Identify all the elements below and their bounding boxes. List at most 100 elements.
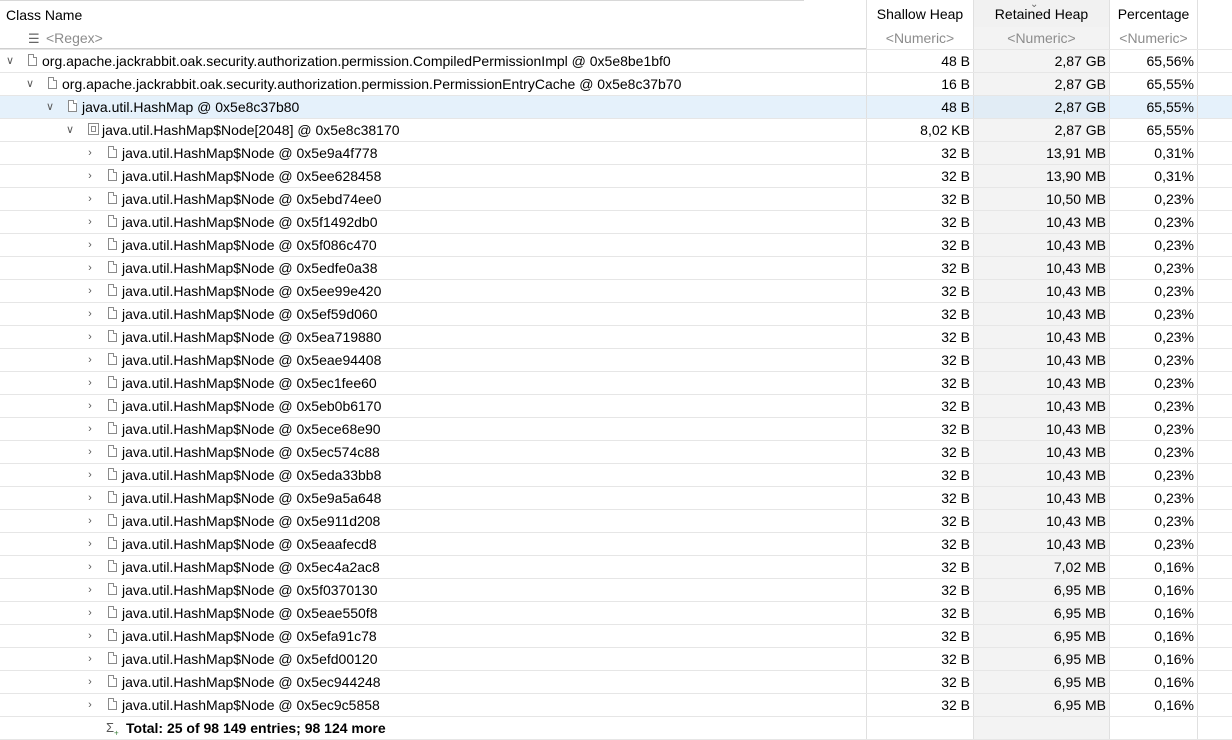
regex-filter-input[interactable]: ☰ <Regex> [0, 27, 866, 49]
table-row[interactable]: ∨ org.apache.jackrabbit.oak.security.auth… [0, 73, 1232, 96]
chevron-down-icon[interactable]: ∨ [4, 50, 16, 72]
table-row[interactable]: › java.util.HashMap$Node @ 0x5f1492db0 32 … [0, 211, 1232, 234]
table-row[interactable]: › java.util.HashMap$Node @ 0x5ebd74ee0 32 … [0, 188, 1232, 211]
chevron-right-icon[interactable]: › [84, 533, 96, 555]
chevron-right-icon[interactable]: › [84, 602, 96, 624]
class-name-cell[interactable]: › java.util.HashMap$Node @ 0x5eae550f8 [0, 602, 866, 624]
class-name-cell[interactable]: ∨ org.apache.jackrabbit.oak.security.auth… [0, 73, 866, 95]
class-name-cell[interactable]: › java.util.HashMap$Node @ 0x5edfe0a38 [0, 257, 866, 279]
class-name-cell[interactable]: › java.util.HashMap$Node @ 0x5ec944248 [0, 671, 866, 693]
class-name-cell[interactable]: › java.util.HashMap$Node @ 0x5eaafecd8 [0, 533, 866, 555]
table-row[interactable]: › java.util.HashMap$Node @ 0x5efd00120 32 … [0, 648, 1232, 671]
class-name-cell[interactable]: › java.util.HashMap$Node @ 0x5f086c470 [0, 234, 866, 256]
column-header-percentage[interactable]: Percentage [1109, 0, 1198, 27]
chevron-right-icon[interactable]: › [84, 556, 96, 578]
chevron-right-icon[interactable]: › [84, 418, 96, 440]
chevron-right-icon[interactable]: › [84, 211, 96, 233]
chevron-down-icon[interactable]: ∨ [44, 96, 56, 118]
table-row[interactable]: ∨ java.util.HashMap$Node[2048] @ 0x5e8c38… [0, 119, 1232, 142]
class-name-cell[interactable]: › java.util.HashMap$Node @ 0x5ec4a2ac8 [0, 556, 866, 578]
chevron-right-icon[interactable]: › [84, 142, 96, 164]
column-header-class-name[interactable]: Class Name [0, 0, 804, 27]
class-name-cell[interactable]: › java.util.HashMap$Node @ 0x5ebd74ee0 [0, 188, 866, 210]
class-name-cell[interactable]: › java.util.HashMap$Node @ 0x5ee628458 [0, 165, 866, 187]
class-name-cell[interactable]: › java.util.HashMap$Node @ 0x5ece68e90 [0, 418, 866, 440]
class-name-cell[interactable]: › java.util.HashMap$Node @ 0x5e9a5a648 [0, 487, 866, 509]
table-row[interactable]: › java.util.HashMap$Node @ 0x5edfe0a38 32 … [0, 257, 1232, 280]
column-header-shallow-heap[interactable]: Shallow Heap [866, 0, 973, 27]
table-row[interactable]: › java.util.HashMap$Node @ 0x5e9a4f778 32 … [0, 142, 1232, 165]
class-name-cell[interactable]: › java.util.HashMap$Node @ 0x5eae94408 [0, 349, 866, 371]
table-row[interactable]: › java.util.HashMap$Node @ 0x5ef59d060 32 … [0, 303, 1232, 326]
table-row[interactable]: › java.util.HashMap$Node @ 0x5ec944248 32 … [0, 671, 1232, 694]
chevron-right-icon[interactable]: › [84, 280, 96, 302]
table-row[interactable]: › java.util.HashMap$Node @ 0x5ee99e420 32 … [0, 280, 1232, 303]
table-row[interactable]: › java.util.HashMap$Node @ 0x5ea719880 32 … [0, 326, 1232, 349]
table-row[interactable]: › java.util.HashMap$Node @ 0x5eae550f8 32 … [0, 602, 1232, 625]
class-name-cell[interactable]: › java.util.HashMap$Node @ 0x5eda33bb8 [0, 464, 866, 486]
chevron-right-icon[interactable]: › [84, 671, 96, 693]
class-name-cell[interactable]: › java.util.HashMap$Node @ 0x5ee99e420 [0, 280, 866, 302]
table-row[interactable]: ∨ java.util.HashMap @ 0x5e8c37b80 48 B 2,87… [0, 96, 1232, 119]
percentage-filter-input[interactable]: <Numeric> [1109, 27, 1198, 49]
chevron-down-icon[interactable]: ∨ [24, 73, 36, 95]
chevron-right-icon[interactable]: › [84, 349, 96, 371]
class-name-cell[interactable]: › java.util.HashMap$Node @ 0x5ec9c5858 [0, 694, 866, 716]
chevron-right-icon[interactable]: › [84, 234, 96, 256]
chevron-right-icon[interactable]: › [84, 464, 96, 486]
class-name-cell[interactable]: › java.util.HashMap$Node @ 0x5efa91c78 [0, 625, 866, 647]
class-name-cell[interactable]: › java.util.HashMap$Node @ 0x5efd00120 [0, 648, 866, 670]
table-row[interactable]: › java.util.HashMap$Node @ 0x5ec4a2ac8 32 … [0, 556, 1232, 579]
table-row[interactable]: › java.util.HashMap$Node @ 0x5ece68e90 32 … [0, 418, 1232, 441]
chevron-right-icon[interactable]: › [84, 694, 96, 716]
class-name-cell[interactable]: › java.util.HashMap$Node @ 0x5ef59d060 [0, 303, 866, 325]
table-row[interactable]: › java.util.HashMap$Node @ 0x5e911d208 32 … [0, 510, 1232, 533]
table-row[interactable]: › java.util.HashMap$Node @ 0x5eda33bb8 32 … [0, 464, 1232, 487]
chevron-right-icon[interactable]: › [84, 165, 96, 187]
chevron-right-icon[interactable]: › [84, 188, 96, 210]
class-name-cell[interactable]: › java.util.HashMap$Node @ 0x5ec574c88 [0, 441, 866, 463]
table-row[interactable]: › java.util.HashMap$Node @ 0x5f086c470 32 … [0, 234, 1232, 257]
table-row[interactable]: › java.util.HashMap$Node @ 0x5eaafecd8 32 … [0, 533, 1232, 556]
chevron-right-icon[interactable]: › [84, 648, 96, 670]
chevron-right-icon[interactable]: › [84, 579, 96, 601]
chevron-right-icon[interactable]: › [84, 441, 96, 463]
chevron-down-icon[interactable]: ∨ [64, 119, 76, 141]
class-name-cell[interactable]: › java.util.HashMap$Node @ 0x5ec1fee60 [0, 372, 866, 394]
shallow-heap-cell: 8,02 KB [866, 119, 973, 141]
shallow-heap-cell: 32 B [866, 257, 973, 279]
class-name-cell[interactable]: › java.util.HashMap$Node @ 0x5f0370130 [0, 579, 866, 601]
chevron-right-icon[interactable]: › [84, 303, 96, 325]
table-row[interactable]: › java.util.HashMap$Node @ 0x5ee628458 32 … [0, 165, 1232, 188]
table-row[interactable]: › java.util.HashMap$Node @ 0x5ec574c88 32 … [0, 441, 1232, 464]
chevron-right-icon[interactable]: › [84, 395, 96, 417]
column-header-retained-heap[interactable]: ⌄ Retained Heap [973, 0, 1109, 27]
table-row[interactable]: › java.util.HashMap$Node @ 0x5e9a5a648 32 … [0, 487, 1232, 510]
shallow-heap-cell: 32 B [866, 372, 973, 394]
class-name-cell[interactable]: ∨ java.util.HashMap$Node[2048] @ 0x5e8c38… [0, 119, 866, 141]
class-name-cell[interactable]: › java.util.HashMap$Node @ 0x5ea719880 [0, 326, 866, 348]
table-row[interactable]: ∨ org.apache.jackrabbit.oak.security.auth… [0, 50, 1232, 73]
class-name-cell[interactable]: ∨ java.util.HashMap @ 0x5e8c37b80 [0, 96, 866, 118]
chevron-right-icon[interactable]: › [84, 372, 96, 394]
chevron-right-icon[interactable]: › [84, 257, 96, 279]
chevron-right-icon[interactable]: › [84, 510, 96, 532]
table-row[interactable]: › java.util.HashMap$Node @ 0x5efa91c78 32 … [0, 625, 1232, 648]
shallow-heap-cell: 48 B [866, 96, 973, 118]
table-row[interactable]: › java.util.HashMap$Node @ 0x5eae94408 32 … [0, 349, 1232, 372]
class-name-cell[interactable]: › java.util.HashMap$Node @ 0x5e911d208 [0, 510, 866, 532]
table-row[interactable]: › java.util.HashMap$Node @ 0x5ec9c5858 32 … [0, 694, 1232, 717]
class-name-cell[interactable]: ∨ org.apache.jackrabbit.oak.security.auth… [0, 50, 866, 72]
retained-heap-filter-input[interactable]: <Numeric> [973, 27, 1109, 49]
class-name-cell[interactable]: › java.util.HashMap$Node @ 0x5eb0b6170 [0, 395, 866, 417]
chevron-right-icon[interactable]: › [84, 487, 96, 509]
chevron-right-icon[interactable]: › [84, 625, 96, 647]
table-row[interactable]: › java.util.HashMap$Node @ 0x5ec1fee60 32 … [0, 372, 1232, 395]
class-name-cell[interactable]: › java.util.HashMap$Node @ 0x5e9a4f778 [0, 142, 866, 164]
table-row[interactable]: › java.util.HashMap$Node @ 0x5eb0b6170 32 … [0, 395, 1232, 418]
class-name-cell[interactable]: › java.util.HashMap$Node @ 0x5f1492db0 [0, 211, 866, 233]
retained-heap-cell: 6,95 MB [973, 648, 1109, 670]
table-row[interactable]: › java.util.HashMap$Node @ 0x5f0370130 32 … [0, 579, 1232, 602]
chevron-right-icon[interactable]: › [84, 326, 96, 348]
shallow-heap-filter-input[interactable]: <Numeric> [866, 27, 973, 49]
